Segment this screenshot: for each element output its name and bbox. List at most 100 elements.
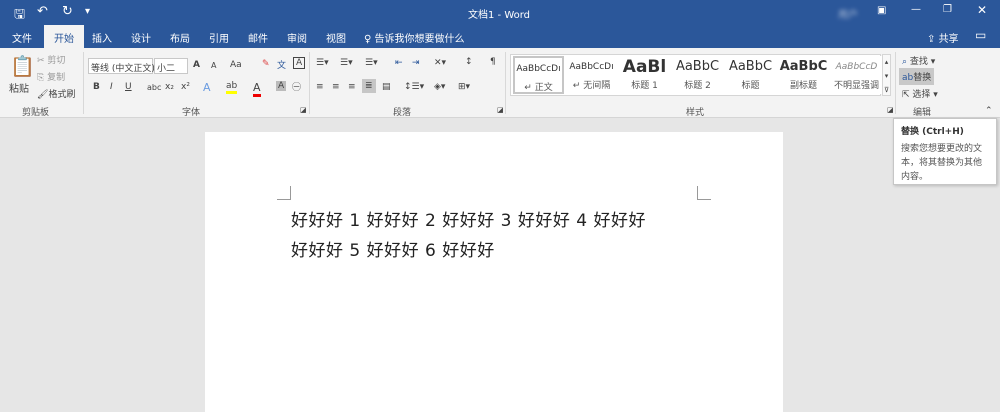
ribbon: 📋 粘贴 ✂ 剪切 ⎘ 复制 🖌格式刷 剪贴板 等线 (中文正文) 小二 A A… [0,48,1000,118]
align-center-icon[interactable]: ≡ [332,82,340,92]
tab-layout[interactable]: 布局 [170,30,190,45]
ribbon-display-icon[interactable]: ▣ [877,5,886,16]
styles-group-label: 样式 [686,108,705,118]
copy-button[interactable]: ⎘ 复制 [37,70,65,83]
increase-indent-icon[interactable]: ⇥ [412,58,420,68]
style-subtle-emphasis[interactable]: AaBbCcD 不明显强调 [830,56,883,94]
editing-group-label: 编辑 [913,108,932,118]
lightbulb-icon: ♀ [364,34,375,45]
font-dialog-launcher[interactable]: ◪ [300,106,307,114]
align-right-icon[interactable]: ≡ [348,82,356,92]
collapse-ribbon-icon[interactable]: ⌃ [985,106,993,116]
find-button[interactable]: ⌕ 查找 ▾ [902,54,935,67]
style-normal[interactable]: AaBbCcDı ↵ 正文 [513,56,564,94]
underline-button[interactable]: U [125,82,132,92]
window-title: 文档1 - Word [468,10,531,21]
redo-icon[interactable]: ↻ [62,4,73,19]
document-line[interactable]: 好好好 5 好好好 6 好好好 [291,236,495,261]
cursor-icon: ⇱ [902,90,910,100]
styles-gallery-scroll[interactable]: ▴ ▾ ⊽ [882,54,891,96]
document-page[interactable]: 好好好 1 好好好 2 好好好 3 好好好 4 好好好 好好好 5 好好好 6 … [205,132,783,412]
shrink-font-button[interactable]: A [211,61,216,70]
font-group-label: 字体 [182,108,201,118]
styles-dialog-launcher[interactable]: ◪ [887,106,894,114]
tab-file[interactable]: 文件 [12,30,32,45]
tab-references[interactable]: 引用 [209,30,229,45]
tab-review[interactable]: 审阅 [287,30,307,45]
minimize-icon[interactable]: — [911,4,921,15]
subscript-button[interactable]: x₂ [165,82,174,92]
phonetic-guide-icon[interactable]: 文 [277,58,286,71]
select-button[interactable]: ⇱ 选择 ▾ [902,87,938,100]
margin-mark [277,186,291,200]
font-name-select[interactable]: 等线 (中文正文) [88,58,155,74]
customize-quick-access[interactable]: ▾ [85,6,90,17]
style-title[interactable]: AaBbC 标题 [724,56,777,94]
tab-insert[interactable]: 插入 [92,30,112,45]
share-icon: ⇪ [927,34,939,45]
format-painter-button[interactable]: 🖌格式刷 [37,87,75,100]
paragraph-dialog-launcher[interactable]: ◪ [497,106,504,114]
style-subtitle[interactable]: AaBbC 副标题 [777,56,830,94]
comments-icon[interactable]: ▭ [975,28,986,42]
restore-icon[interactable]: ❐ [943,4,952,15]
save-icon[interactable]: 🖫 [14,5,25,27]
highlight-icon[interactable]: ab [226,81,238,94]
search-icon: ⌕ [902,57,908,67]
line-spacing-icon[interactable]: ↕☰▾ [404,82,424,92]
paragraph-group-label: 段落 [393,108,412,118]
decrease-indent-icon[interactable]: ⇤ [395,58,403,68]
tell-me-search[interactable]: ♀ 告诉我你想要做什么 [364,30,465,45]
replace-button[interactable]: ab替换 [899,68,935,85]
tab-view[interactable]: 视图 [326,30,346,45]
close-icon[interactable]: ✕ [977,3,987,17]
margin-mark [697,186,711,200]
sort-icon[interactable]: ↕ [465,57,473,67]
replace-tooltip: 替换 (Ctrl+H) 搜索您想要更改的文本，将其替换为其他内容。 [893,118,997,185]
title-bar: 🖫 ↶ ↻ ▾ 文档1 - Word 用户 ▣ — ❐ ✕ [0,0,1000,25]
multilevel-list-icon[interactable]: ☰▾ [365,58,378,68]
numbering-icon[interactable]: ☰▾ [340,58,353,68]
show-marks-icon[interactable]: ¶ [490,57,496,67]
font-size-select[interactable]: 小二 [154,58,188,74]
style-heading-2[interactable]: AaBbC 标题 2 [671,56,724,94]
document-line[interactable]: 好好好 1 好好好 2 好好好 3 好好好 4 好好好 [291,206,646,231]
undo-icon[interactable]: ↶ [37,4,48,19]
font-color-icon[interactable]: A [253,81,261,97]
cut-button[interactable]: ✂ 剪切 [37,53,65,66]
share-label: 共享 [938,34,959,45]
bold-button[interactable]: B [93,82,100,92]
bullets-icon[interactable]: ☰▾ [316,58,329,68]
style-no-spacing[interactable]: AaBbCcDı ↵ 无间隔 [565,56,618,94]
character-shading-icon[interactable]: A [276,81,287,91]
tooltip-body: 搜索您想要更改的文本，将其替换为其他内容。 [901,144,983,182]
share-button[interactable]: ⇪ 共享 [927,30,959,45]
shading-icon[interactable]: ◈▾ [434,82,445,92]
paste-button[interactable]: 粘贴 [9,80,29,95]
distributed-icon[interactable]: ▤ [382,82,391,92]
tooltip-title: 替换 (Ctrl+H) [901,127,964,137]
text-effects-icon[interactable]: A [203,81,211,94]
replace-icon: ab [902,73,914,83]
paste-icon[interactable]: 📋 [10,54,35,78]
justify-icon[interactable]: ≣ [362,79,376,93]
character-border-icon[interactable]: A [293,57,306,69]
strikethrough-button[interactable]: abc [147,83,161,92]
tab-mailings[interactable]: 邮件 [248,30,268,45]
grow-font-button[interactable]: A [193,60,200,70]
user-name[interactable]: 用户 [838,6,858,21]
clipboard-group-label: 剪贴板 [22,108,50,118]
superscript-button[interactable]: x² [181,82,190,92]
styles-gallery: AaBbCcDı ↵ 正文 AaBbCcDı ↵ 无间隔 AaBl 标题 1 AaBb… [510,54,883,96]
tab-home[interactable]: 开始 [44,25,84,48]
clear-format-icon[interactable]: ✎ [262,59,270,69]
style-heading-1[interactable]: AaBl 标题 1 [618,56,671,94]
italic-button[interactable]: I [110,82,113,92]
chinese-layout-icon[interactable]: ✕▾ [434,58,446,68]
change-case-button[interactable]: Aa [230,60,242,70]
tab-design[interactable]: 设计 [131,30,151,45]
align-left-icon[interactable]: ≡ [316,82,324,92]
borders-icon[interactable]: ⊞▾ [458,82,470,92]
ribbon-tabs: 文件 开始 插入 设计 布局 引用 邮件 审阅 视图 ♀ 告诉我你想要做什么 ⇪… [0,25,1000,48]
enclose-characters-icon[interactable]: ㊀ [292,80,301,93]
